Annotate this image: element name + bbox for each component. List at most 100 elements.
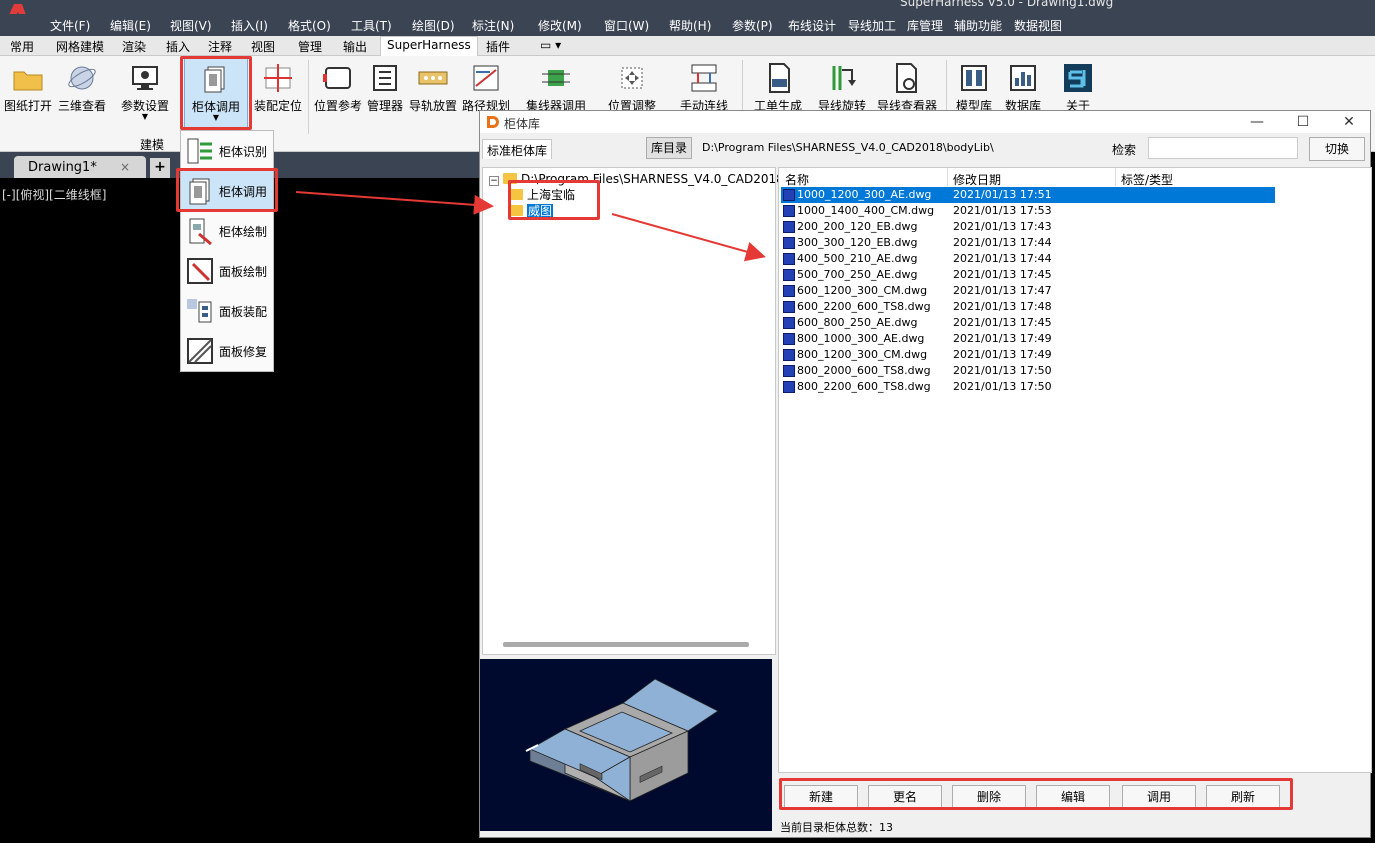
- ribbon-button-6[interactable]: 管理器: [364, 56, 406, 136]
- menu-item-1[interactable]: 编辑(E): [110, 17, 151, 34]
- tree-node-rittal[interactable]: 威图: [509, 202, 554, 219]
- table-row[interactable]: 600_1200_300_CM.dwg 2021/01/13 17:47: [781, 283, 1275, 299]
- ribbon-tab-9[interactable]: 插件: [486, 38, 510, 55]
- dialog-title: 柜体库: [504, 117, 541, 131]
- menu-item-7[interactable]: 标注(N): [472, 17, 514, 34]
- ribbon-button-label: 管理器: [366, 99, 403, 113]
- dropdown-item-2[interactable]: 柜体绘制: [181, 211, 273, 249]
- ribbon-button-2[interactable]: 参数设置 ▼: [118, 56, 172, 136]
- menu-item-8[interactable]: 修改(M): [538, 17, 582, 34]
- collapse-icon[interactable]: −: [489, 176, 499, 186]
- ribbon-button-7[interactable]: 导轨放置: [408, 56, 458, 136]
- menu-item-12[interactable]: 布线设计: [788, 17, 836, 34]
- table-row[interactable]: 800_2000_600_TS8.dwg 2021/01/13 17:50: [781, 363, 1275, 379]
- menu-item-16[interactable]: 数据视图: [1014, 17, 1062, 34]
- ribbon-button-3[interactable]: 柜体调用 ▼: [184, 56, 248, 136]
- menu-item-9[interactable]: 窗口(W): [604, 17, 649, 34]
- ribbon-button-1[interactable]: 三维查看: [56, 56, 108, 136]
- ribbon-tab-3[interactable]: 插入: [166, 38, 190, 55]
- table-row[interactable]: 1000_1200_300_AE.dwg 2021/01/13 17:51: [781, 187, 1275, 203]
- menu-item-13[interactable]: 导线加工: [848, 17, 896, 34]
- column-header-date[interactable]: 修改日期: [953, 171, 1001, 188]
- tree-root[interactable]: − D:\Program Files\SHARNESS_V4.0_CAD2018\…: [489, 172, 821, 186]
- horizontal-scrollbar[interactable]: [503, 642, 749, 647]
- ribbon-tabs: 常用 网格建模 渲染 插入 注释 视图 管理 输出 SuperHarness 插件 ▭ ▾: [0, 36, 1375, 56]
- stack-icon: [200, 63, 232, 95]
- table-row[interactable]: 1000_1400_400_CM.dwg 2021/01/13 17:53: [781, 203, 1275, 219]
- action-button-3[interactable]: 编辑: [1036, 785, 1110, 809]
- action-button-4[interactable]: 调用: [1122, 785, 1196, 809]
- dropdown-item-0[interactable]: 柜体识别: [181, 131, 273, 169]
- minimize-icon[interactable]: —: [1248, 113, 1266, 131]
- dropdown-item-5[interactable]: 面板修复: [181, 331, 273, 369]
- file-name: 600_800_250_AE.dwg: [797, 316, 918, 329]
- dropdown-arrow-icon[interactable]: ▼: [185, 113, 247, 122]
- menu-item-10[interactable]: 帮助(H): [669, 17, 711, 34]
- doc-tab-drawing1[interactable]: Drawing1* ×: [14, 156, 146, 178]
- ribbon-tab-8[interactable]: SuperHarness: [380, 36, 478, 56]
- menu-item-14[interactable]: 库管理: [907, 17, 943, 34]
- menu-item-5[interactable]: 工具(T): [351, 17, 392, 34]
- dropdown-item-label: 面板装配: [219, 305, 268, 319]
- action-button-5[interactable]: 刷新: [1206, 785, 1280, 809]
- table-row[interactable]: 800_2200_600_TS8.dwg 2021/01/13 17:50: [781, 379, 1275, 395]
- search-input[interactable]: [1148, 137, 1298, 159]
- file-name: 800_1200_300_CM.dwg: [797, 348, 928, 361]
- ribbon-tab-5[interactable]: 视图: [251, 38, 275, 55]
- table-row[interactable]: 800_1000_300_AE.dwg 2021/01/13 17:49: [781, 331, 1275, 347]
- close-icon[interactable]: ×: [120, 160, 130, 174]
- add-tab-button[interactable]: +: [150, 158, 170, 178]
- dropdown-arrow-icon[interactable]: ▼: [118, 112, 172, 121]
- column-header-tag[interactable]: 标签/类型: [1121, 171, 1173, 188]
- table-row[interactable]: 400_500_210_AE.dwg 2021/01/13 17:44: [781, 251, 1275, 267]
- menu-item-2[interactable]: 视图(V): [170, 17, 212, 34]
- frame-icon: [322, 62, 354, 94]
- column-divider[interactable]: [947, 168, 948, 186]
- ribbon-button-0[interactable]: 图纸打开: [2, 56, 54, 136]
- ribbon-tab-2[interactable]: 渲染: [122, 38, 146, 55]
- rotate-icon: [826, 62, 858, 94]
- action-button-0[interactable]: 新建: [784, 785, 858, 809]
- table-row[interactable]: 600_2200_600_TS8.dwg 2021/01/13 17:48: [781, 299, 1275, 315]
- dropdown-item-4[interactable]: 面板装配: [181, 291, 273, 329]
- tab-standard-library[interactable]: 标准柜体库: [482, 139, 553, 159]
- dwg-file-icon: [783, 301, 795, 313]
- menu-item-15[interactable]: 辅助功能: [954, 17, 1002, 34]
- table-row[interactable]: 300_300_120_EB.dwg 2021/01/13 17:44: [781, 235, 1275, 251]
- menu-item-3[interactable]: 插入(I): [231, 17, 268, 34]
- db-icon: [1007, 62, 1039, 94]
- ribbon-button-4[interactable]: 装配定位: [252, 56, 304, 136]
- dropdown-item-3[interactable]: 面板绘制: [181, 251, 273, 289]
- maximize-icon[interactable]: ☐: [1294, 113, 1312, 131]
- ribbon-tab-7[interactable]: 输出: [343, 38, 367, 55]
- table-row[interactable]: 800_1200_300_CM.dwg 2021/01/13 17:49: [781, 347, 1275, 363]
- menu-item-0[interactable]: 文件(F): [50, 17, 90, 34]
- dwg-file-icon: [783, 285, 795, 297]
- menu-item-4[interactable]: 格式(O): [288, 17, 331, 34]
- dropdown-item-1[interactable]: 柜体调用: [181, 171, 273, 209]
- close-icon[interactable]: ✕: [1340, 113, 1358, 131]
- column-divider[interactable]: [1115, 168, 1116, 186]
- menu-item-6[interactable]: 绘图(D): [412, 17, 455, 34]
- table-row[interactable]: 500_700_250_AE.dwg 2021/01/13 17:45: [781, 267, 1275, 283]
- action-button-1[interactable]: 更名: [868, 785, 942, 809]
- table-row[interactable]: 200_200_120_EB.dwg 2021/01/13 17:43: [781, 219, 1275, 235]
- ribbon-tab-1[interactable]: 网格建模: [56, 38, 104, 55]
- ribbon-tab-6[interactable]: 管理: [298, 38, 322, 55]
- dropdown-item-label: 面板修复: [219, 345, 268, 359]
- switch-button[interactable]: 切换: [1309, 137, 1365, 161]
- file-date: 2021/01/13 17:45: [953, 316, 1052, 329]
- ribbon-tab-0[interactable]: 常用: [10, 38, 34, 55]
- library-directory-button[interactable]: 库目录: [646, 137, 692, 159]
- column-header-name[interactable]: 名称: [785, 171, 809, 188]
- viewport-label[interactable]: [-][俯视][二维线框]: [2, 186, 106, 203]
- action-button-2[interactable]: 删除: [952, 785, 1026, 809]
- ribbon-tab-4[interactable]: 注释: [208, 38, 232, 55]
- menu-item-11[interactable]: 参数(P): [732, 17, 773, 34]
- table-row[interactable]: 600_800_250_AE.dwg 2021/01/13 17:45: [781, 315, 1275, 331]
- arrow-to-tree: [295, 191, 494, 215]
- ribbon-button-5[interactable]: 位置参考: [312, 56, 364, 136]
- cabinet-dropdown-menu: 柜体识别 柜体调用 柜体绘制 面板绘制面板装配面板修复: [180, 130, 274, 372]
- ribbon-toggle-icon[interactable]: ▭ ▾: [540, 38, 561, 52]
- tree-node-shanghai[interactable]: 上海宝临: [509, 186, 575, 203]
